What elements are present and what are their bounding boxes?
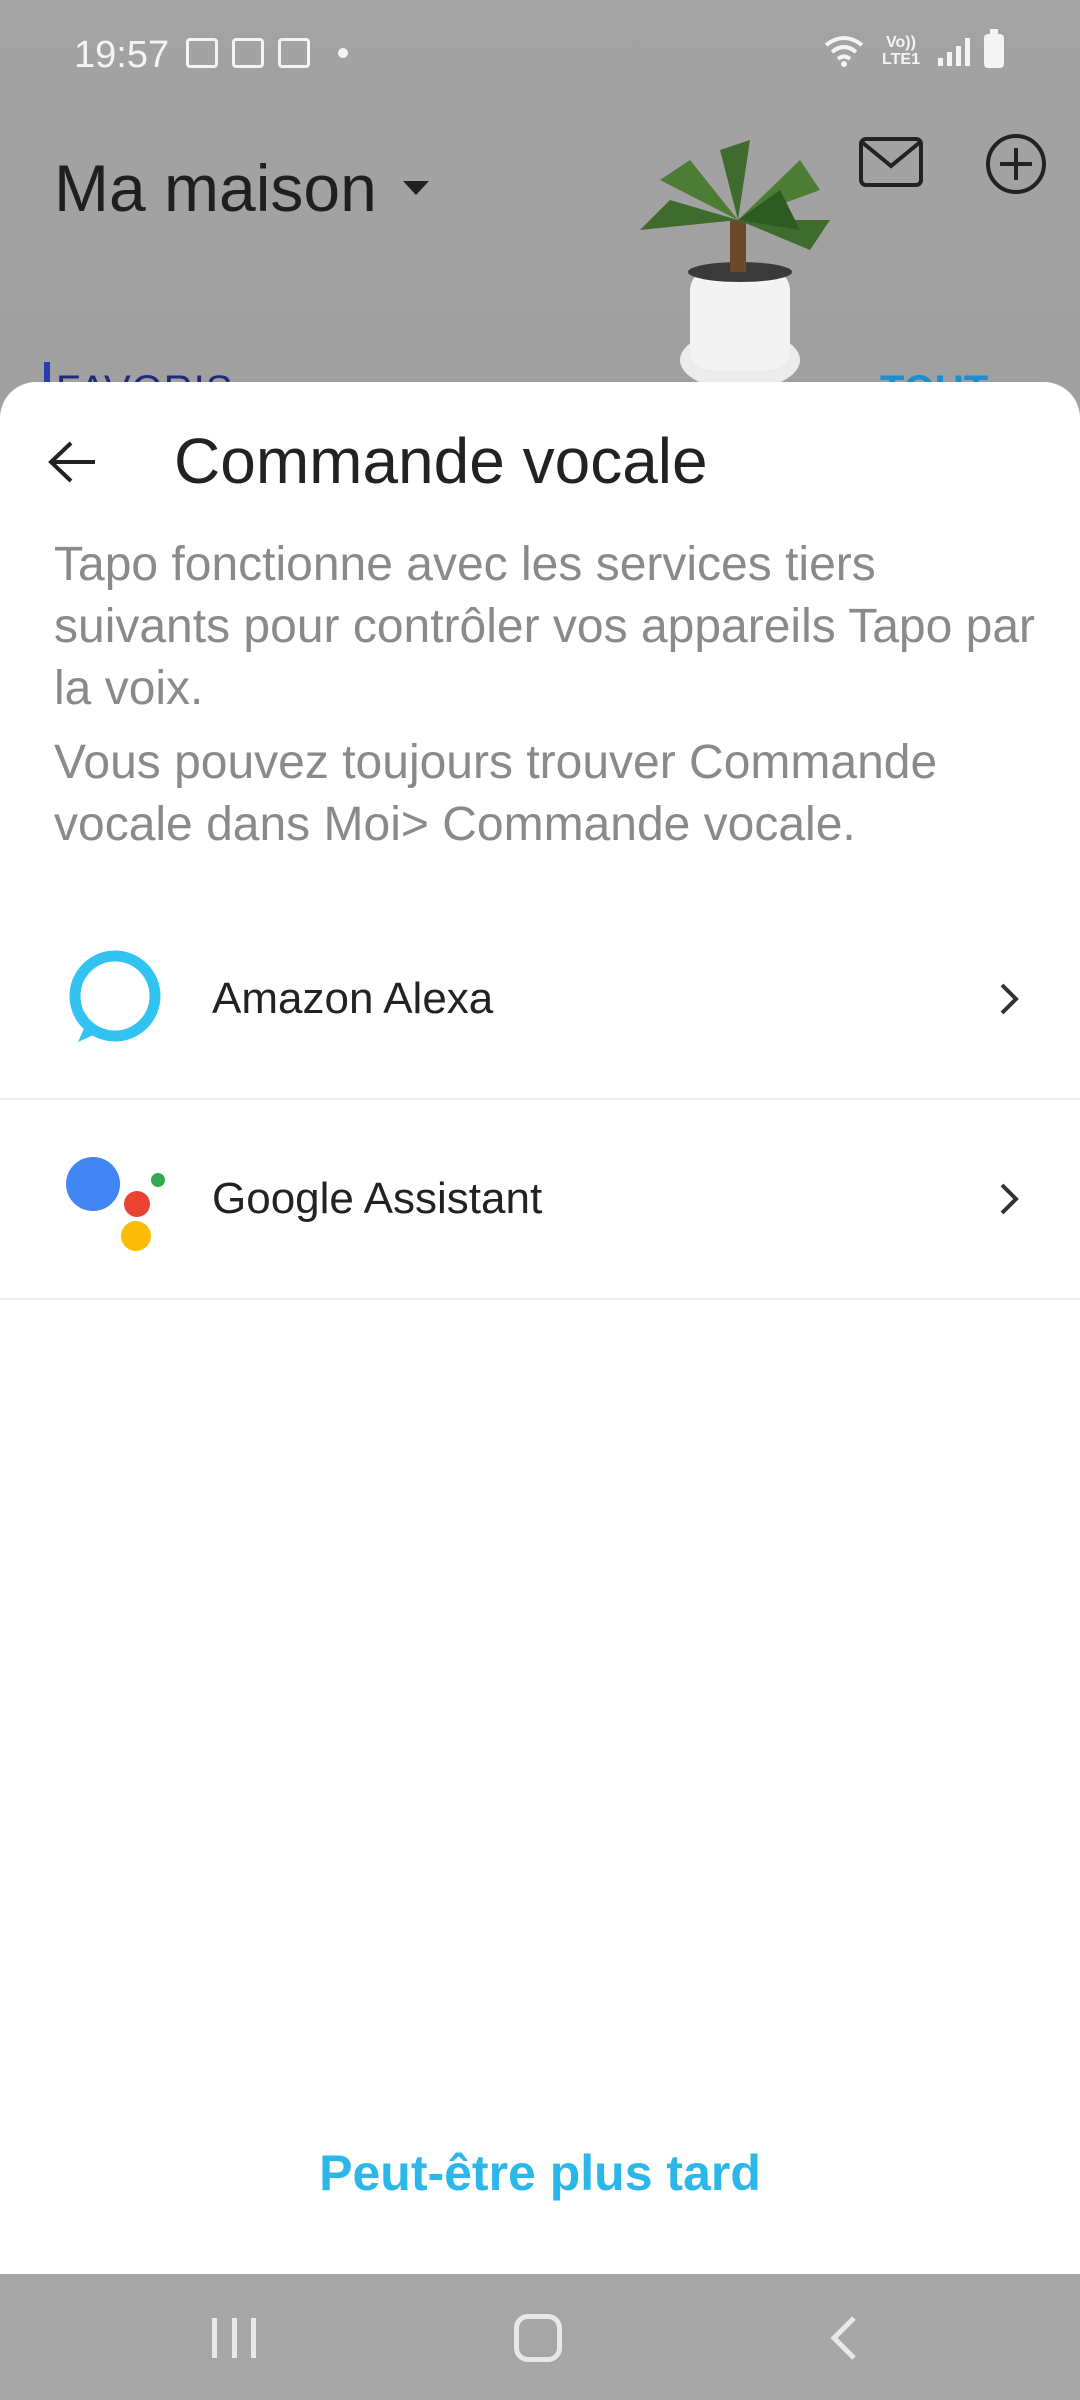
back-nav-icon[interactable] xyxy=(826,2314,862,2362)
hint-text: Vous pouvez toujours trouver Commande vo… xyxy=(54,736,938,851)
dropdown-caret-icon xyxy=(402,181,429,195)
all-link[interactable]: TOUT xyxy=(880,362,988,382)
battery-icon xyxy=(984,29,1004,68)
chevron-right-icon xyxy=(1000,983,1019,1015)
system-nav-bar xyxy=(0,2274,1080,2400)
status-time: 19:57 xyxy=(74,34,170,76)
voice-control-sheet: Commande vocale Tapo fonctionne avec les… xyxy=(0,382,1080,2274)
service-item-amazon-alexa[interactable]: Amazon Alexa xyxy=(0,900,1080,1100)
signal-icon xyxy=(938,36,970,66)
notification-icons xyxy=(186,38,348,68)
google-assistant-icon xyxy=(66,1157,165,1251)
sheet-title: Commande vocale xyxy=(174,425,708,497)
home-title: Ma maison xyxy=(54,151,377,225)
home-button[interactable] xyxy=(514,2314,562,2362)
more-notifications-icon xyxy=(338,48,348,58)
home-selector[interactable]: Ma maison xyxy=(54,150,429,226)
plant-image xyxy=(640,140,830,390)
maybe-later-button[interactable]: Peut-être plus tard xyxy=(0,2144,1080,2202)
system-icons: Vo)) LTE1 xyxy=(824,29,1004,68)
status-bar: 19:57 Vo)) LTE1 xyxy=(0,0,1080,110)
description-text: Tapo fonctionne avec les services tiers … xyxy=(54,538,1035,715)
chevron-right-icon xyxy=(1000,1183,1019,1215)
mail-icon[interactable] xyxy=(858,136,924,190)
recent-apps-button[interactable] xyxy=(212,2318,256,2358)
service-label: Amazon Alexa xyxy=(212,974,494,1023)
favorites-label: FAVORIS xyxy=(44,362,233,382)
back-button[interactable] xyxy=(40,430,104,494)
service-label: Google Assistant xyxy=(212,1174,543,1223)
alexa-icon xyxy=(69,950,161,1042)
add-icon[interactable] xyxy=(984,132,1048,196)
wifi-icon xyxy=(824,36,864,67)
network-type: Vo)) LTE1 xyxy=(882,34,920,68)
gallery-icon xyxy=(186,38,218,68)
email-icon xyxy=(278,38,310,68)
device-icon xyxy=(232,38,264,68)
service-item-google-assistant[interactable]: Google Assistant xyxy=(0,1100,1080,1300)
arrow-left-icon xyxy=(48,441,95,483)
